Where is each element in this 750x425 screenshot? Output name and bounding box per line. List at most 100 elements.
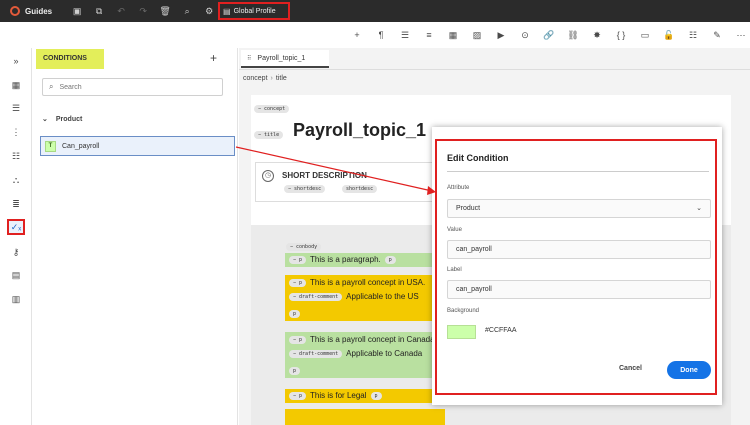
value-field-text: can_payroll — [456, 246, 492, 253]
conditional-paragraph-block[interactable]: − p This is a payroll concept in USA. − … — [285, 275, 445, 321]
conditional-paragraph-block[interactable] — [285, 409, 445, 425]
condition-item-can-payroll[interactable]: T Can_payroll — [40, 136, 235, 156]
redo-icon[interactable]: ↷ — [132, 6, 154, 17]
media-icon[interactable]: ▭ — [633, 30, 657, 41]
delete-icon[interactable]: 🗑 — [154, 6, 176, 17]
link-icon[interactable]: 🔗 — [537, 30, 561, 41]
conbody-tag[interactable]: − conbody — [286, 243, 322, 251]
special-character-icon[interactable]: ✸ — [585, 30, 609, 41]
breadcrumb-concept[interactable]: concept — [243, 75, 268, 82]
attribute-value: Product — [456, 205, 481, 212]
track-changes-icon[interactable]: ☷ — [681, 30, 705, 41]
assets-icon[interactable]: ⛬ — [7, 172, 25, 188]
insert-element-icon[interactable]: + — [345, 30, 369, 40]
app-logo-icon — [10, 6, 20, 16]
edit-icon[interactable]: ✎ — [705, 30, 729, 41]
draft-comment-text[interactable]: Applicable to Canada — [346, 349, 422, 358]
condition-item-label: Can_payroll — [62, 142, 100, 150]
paragraph-line: − p This is a payroll concept in Canada — [289, 335, 435, 344]
paragraph-text[interactable]: This is a payroll concept in USA. — [310, 278, 425, 287]
breadcrumb-separator-icon: › — [270, 75, 273, 82]
outline-icon[interactable]: ⋮ — [7, 124, 25, 140]
p-tag[interactable]: − p — [289, 391, 307, 400]
add-condition-button[interactable]: + — [210, 51, 217, 65]
attribute-label: Attribute — [447, 185, 470, 191]
breadcrumb-title[interactable]: title — [276, 75, 287, 82]
profile-icon: ▤ — [223, 6, 231, 16]
conditional-paragraph-block[interactable]: − p This is for Legal p — [285, 389, 445, 403]
value-label: Value — [447, 227, 462, 233]
video-icon[interactable]: ▶ — [489, 30, 513, 41]
condition-group-product[interactable]: ⌄ Product — [42, 115, 82, 124]
more-options-icon[interactable]: ⋯ — [729, 30, 750, 41]
conditions-panel-header: CONDITIONS — [36, 49, 104, 69]
paragraph-block[interactable]: − p This is a paragraph. p — [285, 253, 445, 267]
key-icon[interactable]: ⚷ — [7, 244, 25, 260]
short-description-block[interactable]: ◷ SHORT DESCRIPTION − shortdesc shortdes… — [255, 162, 443, 202]
paragraph-line: − p This is a paragraph. p — [289, 255, 400, 264]
p-end-tag[interactable]: p — [370, 391, 382, 400]
chevron-down-icon[interactable]: ⌄ — [42, 115, 48, 123]
concept-tag[interactable]: − concept — [254, 105, 290, 113]
app-bar: Guides ▣ ⧉ ↶ ↷ 🗑 ⌕ ⚙ — [0, 0, 750, 22]
snippets-icon[interactable]: ▤ — [7, 267, 25, 283]
paragraph-icon[interactable]: ¶ — [369, 30, 393, 40]
save-all-icon[interactable]: ⧉ — [88, 6, 110, 17]
background-hex-value[interactable]: #CCFFAA — [485, 327, 517, 334]
global-profile-selector[interactable]: ▤ Global Profile — [218, 2, 290, 20]
map-view-icon[interactable]: ☷ — [7, 148, 25, 164]
cross-reference-icon[interactable]: ⊙ — [513, 30, 537, 41]
draft-comment-tag[interactable]: − draft-comment — [289, 349, 343, 358]
cancel-button[interactable]: Cancel — [619, 365, 642, 372]
paragraph-text[interactable]: This is a payroll concept in Canada — [310, 335, 435, 344]
search-icon: ⌕ — [49, 82, 54, 91]
p-end-tag[interactable]: p — [289, 310, 301, 318]
conditions-panel: CONDITIONS + ⌕ ⌄ Product T Can_payroll — [33, 48, 238, 425]
save-icon[interactable]: ▣ — [66, 6, 88, 17]
repository-icon[interactable]: ☰ — [7, 100, 25, 116]
value-field[interactable]: can_payroll — [447, 240, 711, 259]
unlink-icon[interactable]: ⛓ — [561, 30, 585, 41]
paragraph-text[interactable]: This is for Legal — [310, 391, 366, 400]
p-tag[interactable]: − p — [289, 255, 307, 264]
draft-comment-text[interactable]: Applicable to the US — [346, 292, 419, 301]
condition-search-input[interactable] — [59, 83, 210, 91]
shortdesc-tag[interactable]: − shortdesc — [284, 185, 326, 193]
collapse-panel-icon[interactable]: » — [7, 53, 25, 69]
document-tab[interactable]: ⠿ Payroll_topic_1 — [241, 50, 329, 68]
undo-icon[interactable]: ↶ — [110, 6, 132, 17]
chevron-down-icon[interactable]: ⌄ — [696, 204, 702, 212]
done-button[interactable]: Done — [667, 361, 711, 379]
conditional-paragraph-block[interactable]: − p This is a payroll concept in Canada … — [285, 332, 445, 378]
numbered-list-icon[interactable]: ☰ — [393, 30, 417, 41]
p-end-tag[interactable]: p — [384, 255, 396, 264]
templates-icon[interactable]: ▥ — [7, 291, 25, 307]
short-description-heading: SHORT DESCRIPTION — [282, 171, 367, 180]
settings-gear-icon[interactable]: ⚙ — [198, 6, 220, 17]
p-tag[interactable]: − p — [289, 335, 307, 344]
paragraph-line: − p This is a payroll concept in USA. — [289, 278, 425, 287]
table-icon[interactable]: ▦ — [441, 30, 465, 41]
bullet-list-icon[interactable]: ≡ — [417, 30, 441, 40]
list-icon[interactable]: ≣ — [7, 196, 25, 212]
lock-icon[interactable]: 🔓 — [657, 30, 681, 41]
draft-comment-tag[interactable]: − draft-comment — [289, 292, 343, 301]
app-title: Guides — [25, 6, 53, 16]
paragraph-text[interactable]: This is a paragraph. — [310, 255, 381, 264]
document-title[interactable]: Payroll_topic_1 — [293, 120, 426, 141]
background-color-swatch[interactable] — [447, 325, 476, 339]
shortdesc-end-tag[interactable]: shortdesc — [342, 185, 378, 193]
p-end-tag[interactable]: p — [289, 367, 301, 375]
code-icon[interactable]: { } — [609, 30, 633, 40]
grid-view-icon[interactable]: ▦ — [7, 77, 25, 93]
find-replace-icon[interactable]: ⌕ — [176, 6, 198, 17]
image-icon[interactable]: ▨ — [465, 30, 489, 41]
p-tag[interactable]: − p — [289, 278, 307, 287]
draft-comment-line: − draft-comment Applicable to Canada — [289, 349, 422, 358]
label-field[interactable]: can_payroll — [447, 280, 711, 299]
breadcrumb: concept › title — [243, 75, 287, 82]
label-label: Label — [447, 267, 462, 273]
attribute-select[interactable]: Product ⌄ — [447, 199, 711, 218]
conditions-icon[interactable]: ✓ₓ — [7, 219, 25, 235]
title-tag[interactable]: − title — [254, 131, 284, 139]
